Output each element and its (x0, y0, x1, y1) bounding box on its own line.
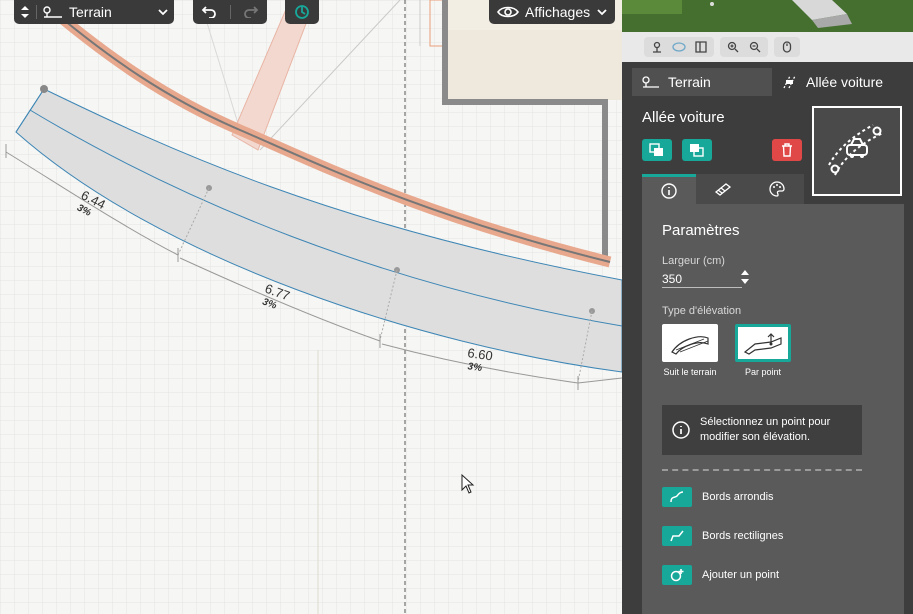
terrain-icon (43, 6, 63, 18)
settings-subtabs (642, 174, 804, 204)
properties-panel: Terrain Allée voiture Allée voiture Para… (622, 0, 913, 614)
mouse-cursor-icon (461, 473, 475, 499)
straight-line-icon (669, 529, 685, 543)
straight-edges-action[interactable]: Bords rectilignes (662, 526, 783, 546)
tab-material[interactable] (696, 174, 750, 204)
magnet-button[interactable] (285, 0, 319, 24)
zoom-in-icon[interactable] (724, 39, 742, 55)
mouse-icon[interactable] (778, 39, 796, 55)
mouse-group (774, 37, 800, 57)
terrain-icon (642, 76, 660, 88)
send-to-back-icon (689, 143, 705, 157)
plan-view-icon[interactable] (692, 39, 710, 55)
add-point-button[interactable] (662, 565, 692, 585)
plan-drawing: 6.44 3% 6.77 3% 6.60 3% (0, 0, 622, 614)
zoom-out-icon[interactable] (746, 39, 764, 55)
history-controls (193, 0, 267, 24)
elevation-by-point-label: Par point (744, 367, 782, 377)
bring-to-front-icon (649, 143, 665, 157)
follow-terrain-icon (668, 330, 712, 356)
orbit-view-icon[interactable] (670, 39, 688, 55)
divider (662, 469, 862, 471)
driveway-preview (812, 106, 902, 196)
elevation-follow-terrain-option[interactable] (662, 324, 718, 362)
straight-edges-label: Bords rectilignes (702, 530, 784, 542)
straight-edges-button[interactable] (662, 526, 692, 546)
tab-driveway[interactable]: Allée voiture (772, 68, 913, 96)
width-field[interactable]: 350 (662, 270, 742, 288)
width-stepper-icon[interactable] (740, 268, 750, 286)
width-label: Largeur (cm) (662, 255, 725, 267)
by-point-icon (741, 330, 785, 356)
rounded-edges-label: Bords arrondis (702, 491, 774, 503)
driveway-car-icon (825, 119, 889, 183)
add-point-action[interactable]: Ajouter un point (662, 565, 779, 585)
driveway-icon (782, 75, 798, 89)
tab-colors[interactable] (750, 174, 804, 204)
rounded-edges-button[interactable] (662, 487, 692, 507)
palette-icon (769, 181, 785, 197)
settings-section: Paramètres Largeur (cm) 350 Type d'éléva… (642, 204, 904, 614)
elevation-by-point-option[interactable] (735, 324, 791, 362)
delete-button[interactable] (772, 139, 802, 161)
panel-content: Allée voiture Paramètres Largeur (cm) 35… (632, 96, 913, 614)
eye-icon (497, 5, 519, 19)
add-point-icon (669, 568, 685, 582)
layer-selector-label: Terrain (69, 4, 112, 20)
material-icon (714, 182, 732, 196)
3d-preview-thumbnail[interactable] (622, 0, 913, 32)
view-mode-group (644, 37, 714, 57)
zoom-group (720, 37, 768, 57)
app-window: 6.44 3% 6.77 3% 6.60 3% Terrain Affichag… (0, 0, 913, 614)
dimension-slope: 3% (467, 361, 483, 374)
panel-title: Allée voiture (642, 109, 725, 126)
chevron-down-icon (158, 8, 168, 16)
info-icon (661, 182, 677, 199)
undo-icon[interactable] (201, 6, 217, 18)
elevation-type-label: Type d'élévation (662, 305, 742, 317)
tab-driveway-label: Allée voiture (806, 74, 884, 90)
tab-info[interactable] (642, 174, 696, 204)
layer-selector[interactable]: Terrain (14, 0, 174, 24)
plan-canvas[interactable]: 6.44 3% 6.77 3% 6.60 3% Terrain Affichag… (0, 0, 622, 614)
info-box: Sélectionnez un point pour modifier son … (662, 405, 862, 455)
info-text: Sélectionnez un point pour modifier son … (700, 416, 831, 443)
elevation-follow-terrain-label: Suit le terrain (663, 367, 717, 377)
sort-arrows-icon (20, 5, 30, 19)
view-toolbar (622, 32, 913, 62)
settings-title: Paramètres (662, 222, 740, 239)
rounded-curve-icon (669, 490, 685, 504)
display-button[interactable]: Affichages (489, 0, 615, 24)
info-icon (672, 421, 690, 439)
magnet-icon (294, 4, 310, 20)
redo-icon[interactable] (243, 6, 259, 18)
chevron-down-icon (597, 8, 607, 16)
tab-terrain-label: Terrain (668, 74, 711, 90)
add-point-label: Ajouter un point (702, 569, 780, 581)
person-view-icon[interactable] (648, 39, 666, 55)
tab-terrain[interactable]: Terrain (632, 68, 772, 96)
trash-icon (781, 143, 793, 157)
panel-tabs: Terrain Allée voiture (632, 68, 913, 96)
rounded-edges-action[interactable]: Bords arrondis (662, 487, 774, 507)
display-button-label: Affichages (525, 4, 591, 20)
send-to-back-button[interactable] (682, 139, 712, 161)
bring-to-front-button[interactable] (642, 139, 672, 161)
